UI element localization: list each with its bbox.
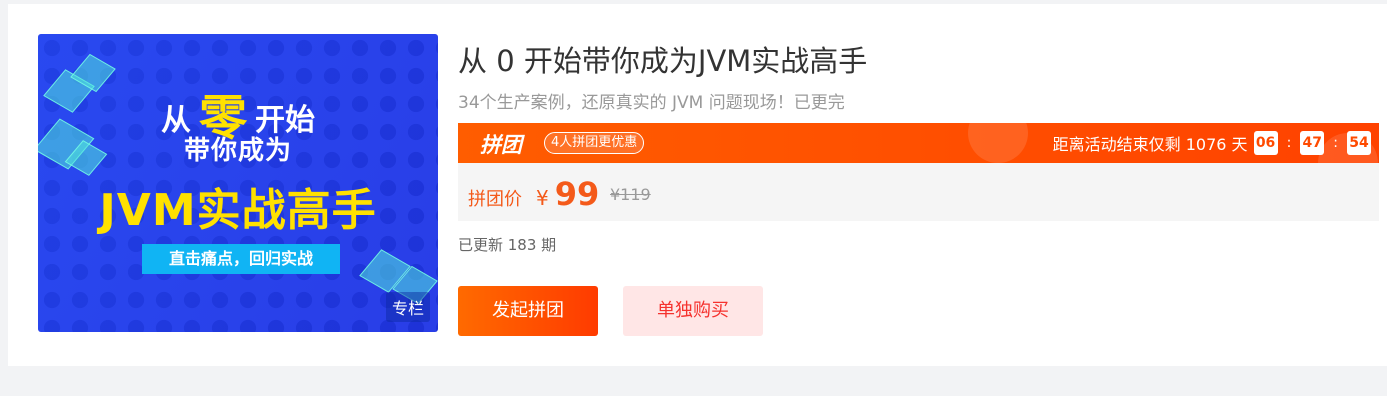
- countdown-hours: 06: [1253, 131, 1278, 155]
- group-buy-promo-bar: 拼团 4人拼团更优惠 距离活动结束仅剩 1076 天 06 : 47 : 54: [458, 123, 1379, 163]
- course-title[interactable]: 从 0 开始带你成为JVM实战高手: [458, 38, 867, 80]
- start-group-buy-button[interactable]: 发起拼团: [458, 286, 598, 336]
- column-badge: 专栏: [385, 292, 430, 322]
- countdown-minutes: 47: [1300, 131, 1325, 155]
- cover-main-title: JVM实战高手: [99, 185, 377, 236]
- group-price-label: 拼团价: [468, 189, 522, 210]
- currency-symbol: ¥: [536, 186, 549, 210]
- course-subtitle: 34个生产案例，还原真实的 JVM 问题现场！已更完: [458, 93, 845, 113]
- course-cover-image[interactable]: 从零开始 带你成为 JVM实战高手 直击痛点，回归实战 专栏: [38, 34, 438, 332]
- cover-tagline: 直击痛点，回归实战: [142, 244, 340, 274]
- countdown-seconds: 54: [1347, 131, 1371, 155]
- countdown-timer: 距离活动结束仅剩 1076 天 06 : 47 : 54: [1053, 131, 1371, 155]
- countdown-separator: :: [1333, 135, 1338, 151]
- price-row: 拼团价 ¥99 ¥119: [458, 163, 1379, 221]
- countdown-label: 距离活动结束仅剩 1076 天: [1052, 135, 1248, 154]
- course-card: 从零开始 带你成为 JVM实战高手 直击痛点，回归实战 专栏 从 0 开始带你成…: [8, 4, 1387, 366]
- update-count: 已更新 183 期: [458, 236, 557, 254]
- buy-alone-button[interactable]: 单独购买: [623, 286, 763, 336]
- group-buy-logo: 拼团: [480, 133, 522, 157]
- promo-decoration: [968, 123, 1028, 163]
- group-price-value: 99: [554, 175, 600, 213]
- countdown-separator: :: [1286, 135, 1292, 151]
- original-price: ¥119: [610, 185, 651, 204]
- group-buy-tag: 4人拼团更优惠: [544, 132, 645, 154]
- group-price: ¥99: [536, 175, 599, 213]
- cover-subheadline: 带你成为: [183, 136, 292, 166]
